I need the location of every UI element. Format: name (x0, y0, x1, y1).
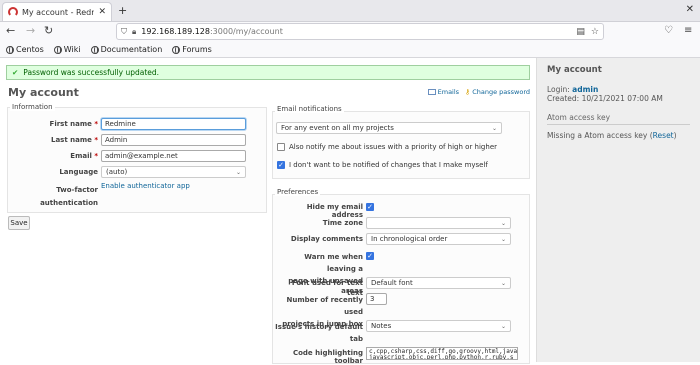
hide-mail-label: Hide my email address (306, 203, 363, 219)
lock-icon[interactable]: 🔒︎ (132, 27, 136, 37)
globe-icon (53, 45, 62, 54)
bookmark-forums[interactable]: Forums (172, 45, 212, 54)
reset-link[interactable]: Reset (653, 131, 674, 140)
page-title: My account (8, 86, 79, 99)
url-host: 192.168.189.128 (141, 27, 210, 36)
sidebar-title: My account (547, 65, 602, 75)
contextual-links: Emails ⚷ Change password (427, 88, 530, 96)
bookmark-star-icon[interactable]: ☆ (591, 27, 599, 37)
browser-tabbar: My account - Redmine ✕ + ✕ (0, 0, 700, 22)
check-icon: ✔ (12, 68, 19, 77)
key-icon: ⚷ (465, 88, 471, 96)
language-select[interactable]: (auto) ⌄ (101, 166, 246, 178)
enable-authenticator-link[interactable]: Enable authenticator app (101, 182, 190, 190)
last-name-field[interactable]: Admin (101, 134, 246, 146)
first-name-label: First name * (49, 120, 98, 128)
emails-link[interactable]: Emails (427, 88, 459, 96)
globe-icon (172, 45, 181, 54)
language-label: Language (59, 168, 98, 176)
warn-unsaved-checkbox[interactable]: ✓ (366, 252, 374, 260)
reader-view-icon[interactable]: ▤ (576, 27, 585, 37)
menu-icon[interactable]: ≡ (684, 25, 692, 36)
page-content: ✔ Password was successfully updated. My … (0, 58, 700, 365)
email-icon (427, 89, 436, 95)
url-bar[interactable]: ⛉ 🔒︎ 192.168.189.128:3000/my/account ▤ ☆ (116, 23, 604, 40)
atom-key-status: Missing a Atom access key (Reset) (547, 131, 677, 140)
chevron-down-icon: ⌄ (500, 322, 506, 330)
preferences-legend: Preferences (275, 188, 321, 196)
reload-icon[interactable]: ↻ (44, 24, 53, 37)
hide-mail-checkbox[interactable]: ✓ (366, 203, 374, 211)
save-button[interactable]: Save (8, 216, 30, 230)
url-path: :3000/my/account (209, 27, 283, 36)
notifications-select[interactable]: For any event on all my projects ⌄ (276, 122, 502, 134)
change-password-link[interactable]: ⚷ Change password (465, 88, 530, 96)
close-tab-icon[interactable]: ✕ (98, 7, 106, 17)
chevron-down-icon: ⌄ (500, 235, 506, 243)
font-label: Font used for text areas (291, 279, 363, 295)
chevron-down-icon: ⌄ (235, 168, 241, 176)
window-close-icon[interactable]: ✕ (686, 4, 694, 15)
forward-icon[interactable]: → (26, 24, 35, 37)
login-link[interactable]: admin (572, 85, 598, 94)
time-zone-label: Time zone (322, 219, 363, 227)
flash-notice: ✔ Password was successfully updated. (6, 65, 530, 80)
last-name-label: Last name * (51, 136, 98, 144)
first-name-field[interactable]: Redmine (101, 118, 246, 130)
email-field[interactable]: admin@example.net (101, 150, 246, 162)
time-zone-select[interactable]: ⌄ (366, 217, 511, 229)
chevron-down-icon: ⌄ (491, 124, 497, 132)
no-self-notified-checkbox[interactable]: ✓ (277, 161, 285, 169)
bookmark-centos[interactable]: Centos (6, 45, 44, 54)
chevron-down-icon: ⌄ (500, 279, 506, 287)
history-tab-label: Issue's history default tab (275, 323, 363, 343)
globe-icon (6, 45, 14, 54)
display-comments-select[interactable]: In chronological order ⌄ (366, 233, 511, 245)
login-info: Login: admin (547, 85, 599, 94)
code-highlighting-field[interactable]: c,cpp,csharp,css,diff,go,groovy,html,jav… (366, 347, 518, 360)
chevron-down-icon: ⌄ (500, 219, 506, 227)
no-self-notified-label: I don't want to be notified of changes t… (289, 161, 488, 169)
email-notifications-legend: Email notifications (275, 105, 344, 113)
flash-text: Password was successfully updated. (23, 68, 160, 77)
email-label: Email * (70, 152, 98, 160)
code-highlighting-label: Code highlighting toolbar (292, 349, 363, 365)
font-select[interactable]: Default font ⌄ (366, 277, 511, 289)
information-legend: Information (10, 103, 55, 111)
notify-high-priority-label: Also notify me about issues with a prior… (289, 143, 497, 151)
bookmarks-bar: Centos Wiki Documentation Forums (0, 42, 700, 58)
browser-navbar: ← → ↻ ⛉ 🔒︎ 192.168.189.128:3000/my/accou… (0, 22, 700, 42)
bookmark-documentation[interactable]: Documentation (90, 45, 162, 54)
browser-tab[interactable]: My account - Redmine ✕ (2, 2, 112, 21)
new-tab-button[interactable]: + (118, 4, 127, 17)
notify-high-priority-checkbox[interactable] (277, 143, 285, 151)
created-info: Created: 10/21/2021 07:00 AM (547, 94, 663, 103)
atom-key-heading: Atom access key (547, 113, 690, 125)
pocket-icon[interactable]: ♡ (664, 25, 673, 36)
recent-projects-field[interactable]: 3 (366, 293, 387, 305)
bookmark-wiki[interactable]: Wiki (53, 45, 81, 54)
redmine-logo-icon (8, 7, 18, 17)
tab-title: My account - Redmine (22, 7, 94, 17)
display-comments-label: Display comments (290, 235, 363, 243)
sidebar: My account Login: admin Created: 10/21/2… (536, 58, 700, 362)
two-factor-label: Two-factor authentication (40, 186, 98, 207)
globe-icon (90, 45, 99, 54)
shield-icon[interactable]: ⛉ (121, 27, 127, 37)
back-icon[interactable]: ← (6, 24, 15, 37)
history-tab-select[interactable]: Notes ⌄ (366, 320, 511, 332)
